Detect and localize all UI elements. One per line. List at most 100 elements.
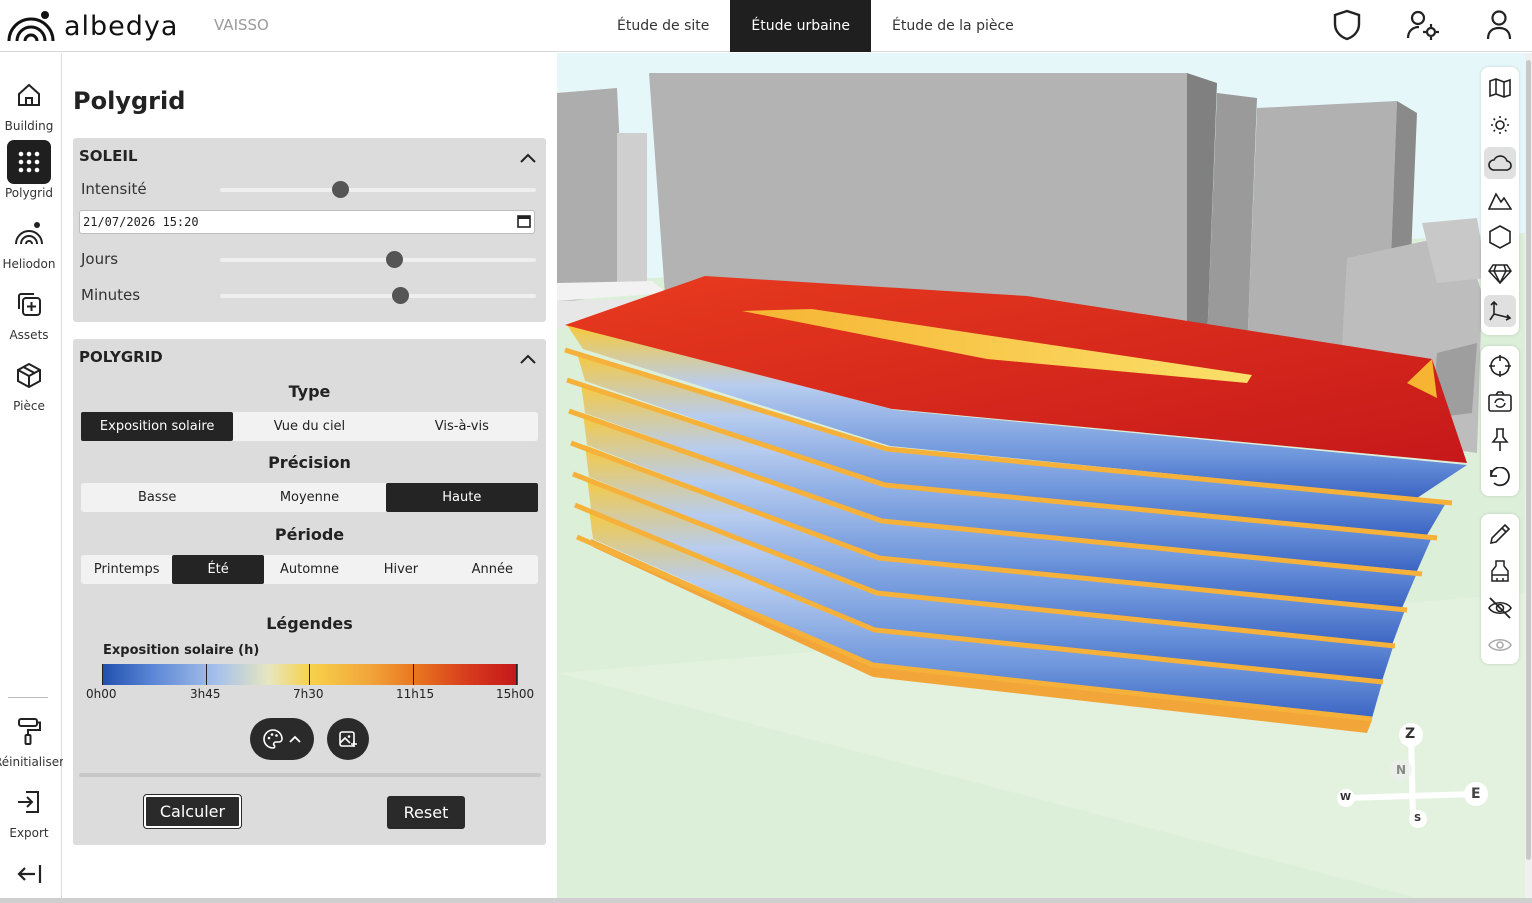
palette-icon — [263, 729, 283, 749]
eye-icon[interactable] — [1484, 629, 1516, 661]
tab-etude-de-la-piece[interactable]: Étude de la pièce — [871, 0, 1035, 52]
reset-button[interactable]: Reset — [387, 796, 465, 829]
user-settings-icon[interactable] — [1406, 8, 1440, 42]
compass-n-label: N — [1396, 763, 1407, 777]
user-icon[interactable] — [1482, 8, 1516, 42]
rail-label-assets: Assets — [9, 328, 49, 342]
periode-ete[interactable]: Été — [172, 555, 264, 584]
terrain-icon[interactable] — [1484, 184, 1516, 216]
precision-haute[interactable]: Haute — [385, 483, 538, 512]
pencil-icon[interactable] — [1484, 518, 1516, 550]
rail-item-polygrid[interactable]: Polygrid — [0, 140, 58, 200]
polygrid-header[interactable]: POLYGRID — [79, 348, 163, 366]
type-vue-du-ciel[interactable]: Vue du ciel — [233, 412, 385, 441]
legend-tick-label: 0h00 — [86, 687, 117, 701]
calculer-button[interactable]: Calculer — [143, 794, 242, 829]
minutes-slider[interactable] — [220, 287, 536, 304]
rail-item-piece[interactable]: Pièce — [0, 353, 58, 413]
polygrid-panel: Polygrid SOLEIL Intensité 21/07/2026 15:… — [63, 53, 557, 903]
app-logo[interactable]: albedya — [6, 8, 178, 44]
pin-icon[interactable] — [1484, 424, 1516, 456]
periode-title: Période — [274, 525, 345, 544]
cloud-icon[interactable] — [1484, 147, 1516, 179]
export-icon — [18, 791, 39, 813]
rail-item-building[interactable]: Building — [0, 73, 58, 133]
eraser-icon[interactable] — [1484, 555, 1516, 587]
legend-tick — [206, 664, 207, 685]
rail-item-reinitialiser[interactable]: Réinitialiser — [0, 709, 64, 769]
diamond-icon[interactable] — [1484, 258, 1516, 290]
add-asset-icon — [18, 293, 41, 316]
brand-name: albedya — [64, 10, 179, 42]
compass-e-label: E — [1471, 786, 1481, 802]
periode-selector: Printemps Été Automne Hiver Année — [81, 555, 538, 584]
type-title: Type — [288, 382, 331, 401]
shield-icon[interactable] — [1330, 8, 1364, 42]
undo-icon[interactable] — [1484, 461, 1516, 493]
soleil-section: SOLEIL Intensité 21/07/2026 15:20 Jours … — [73, 138, 546, 322]
datetime-input[interactable]: 21/07/2026 15:20 — [79, 210, 535, 234]
datetime-value: 21/07/2026 15:20 — [83, 215, 199, 229]
legend-tick-label: 15h00 — [496, 687, 535, 701]
palette-menu-button[interactable] — [250, 718, 314, 760]
scrollbar-thumb[interactable] — [1526, 60, 1531, 860]
collapse-panel-icon[interactable] — [16, 863, 42, 889]
intensite-slider[interactable] — [220, 181, 536, 198]
tab-etude-urbaine[interactable]: Étude urbaine — [730, 0, 872, 52]
export-image-button[interactable] — [327, 718, 369, 760]
camera-rotate-icon[interactable] — [1484, 386, 1516, 418]
axes-icon[interactable] — [1484, 295, 1516, 327]
home-icon — [18, 83, 40, 106]
intensite-label: Intensité — [81, 180, 147, 198]
periode-automne[interactable]: Automne — [264, 555, 355, 584]
camera-toolbar — [1481, 346, 1519, 496]
legend-tick — [309, 664, 310, 685]
legend-tick-label: 7h30 — [293, 687, 324, 701]
hexagon-icon[interactable] — [1484, 221, 1516, 253]
type-vis-a-vis[interactable]: Vis-à-vis — [386, 412, 538, 441]
grid-dots-icon — [18, 151, 40, 173]
type-exposition-solaire[interactable]: Exposition solaire — [81, 412, 234, 441]
precision-selector: Basse Moyenne Haute — [81, 483, 538, 512]
view-toolbar — [1481, 67, 1519, 335]
rail-label-building: Building — [4, 119, 54, 133]
periode-hiver[interactable]: Hiver — [355, 555, 446, 584]
rail-label-polygrid: Polygrid — [4, 186, 54, 200]
slider-knob[interactable] — [385, 251, 403, 268]
image-add-icon — [339, 731, 357, 747]
chevron-up-icon[interactable] — [520, 349, 536, 368]
map-icon[interactable] — [1484, 72, 1516, 104]
periode-printemps[interactable]: Printemps — [81, 555, 172, 584]
precision-moyenne[interactable]: Moyenne — [233, 483, 385, 512]
rail-label-reinitialiser: Réinitialiser — [0, 755, 65, 769]
eye-off-icon[interactable] — [1484, 592, 1516, 624]
horizontal-scrollbar[interactable] — [0, 898, 1532, 903]
legend-tick — [413, 664, 414, 685]
periode-annee[interactable]: Année — [447, 555, 538, 584]
calendar-icon[interactable] — [517, 214, 531, 231]
precision-title: Précision — [268, 453, 351, 472]
panel-title: Polygrid — [73, 87, 186, 115]
rail-item-export[interactable]: Export — [0, 780, 58, 840]
tab-etude-de-site[interactable]: Étude de site — [596, 0, 730, 52]
crosshair-icon[interactable] — [1484, 350, 1516, 382]
slider-knob[interactable] — [332, 181, 350, 198]
compass-w-label: W — [1340, 792, 1352, 803]
legend-tick — [102, 664, 103, 685]
polygrid-section: POLYGRID Type Exposition solaire Vue du … — [73, 339, 546, 845]
compass-widget[interactable]: Z N E W S — [1331, 718, 1501, 838]
section-divider — [79, 773, 541, 777]
soleil-header[interactable]: SOLEIL — [79, 147, 138, 165]
3d-viewport[interactable]: Z N E W S — [557, 53, 1525, 898]
chevron-up-icon[interactable] — [520, 148, 536, 167]
main-nav: Étude de site Étude urbaine Étude de la … — [596, 0, 1035, 52]
rail-item-heliodon[interactable]: Heliodon — [0, 211, 58, 271]
legend-label: Exposition solaire (h) — [103, 643, 260, 658]
rail-item-assets[interactable]: Assets — [0, 282, 58, 342]
slider-knob[interactable] — [392, 287, 410, 304]
precision-basse[interactable]: Basse — [81, 483, 233, 512]
jours-slider[interactable] — [220, 251, 536, 268]
legendes-title: Légendes — [266, 614, 353, 633]
sun-icon[interactable] — [1484, 109, 1516, 141]
chevron-up-icon — [289, 735, 301, 743]
